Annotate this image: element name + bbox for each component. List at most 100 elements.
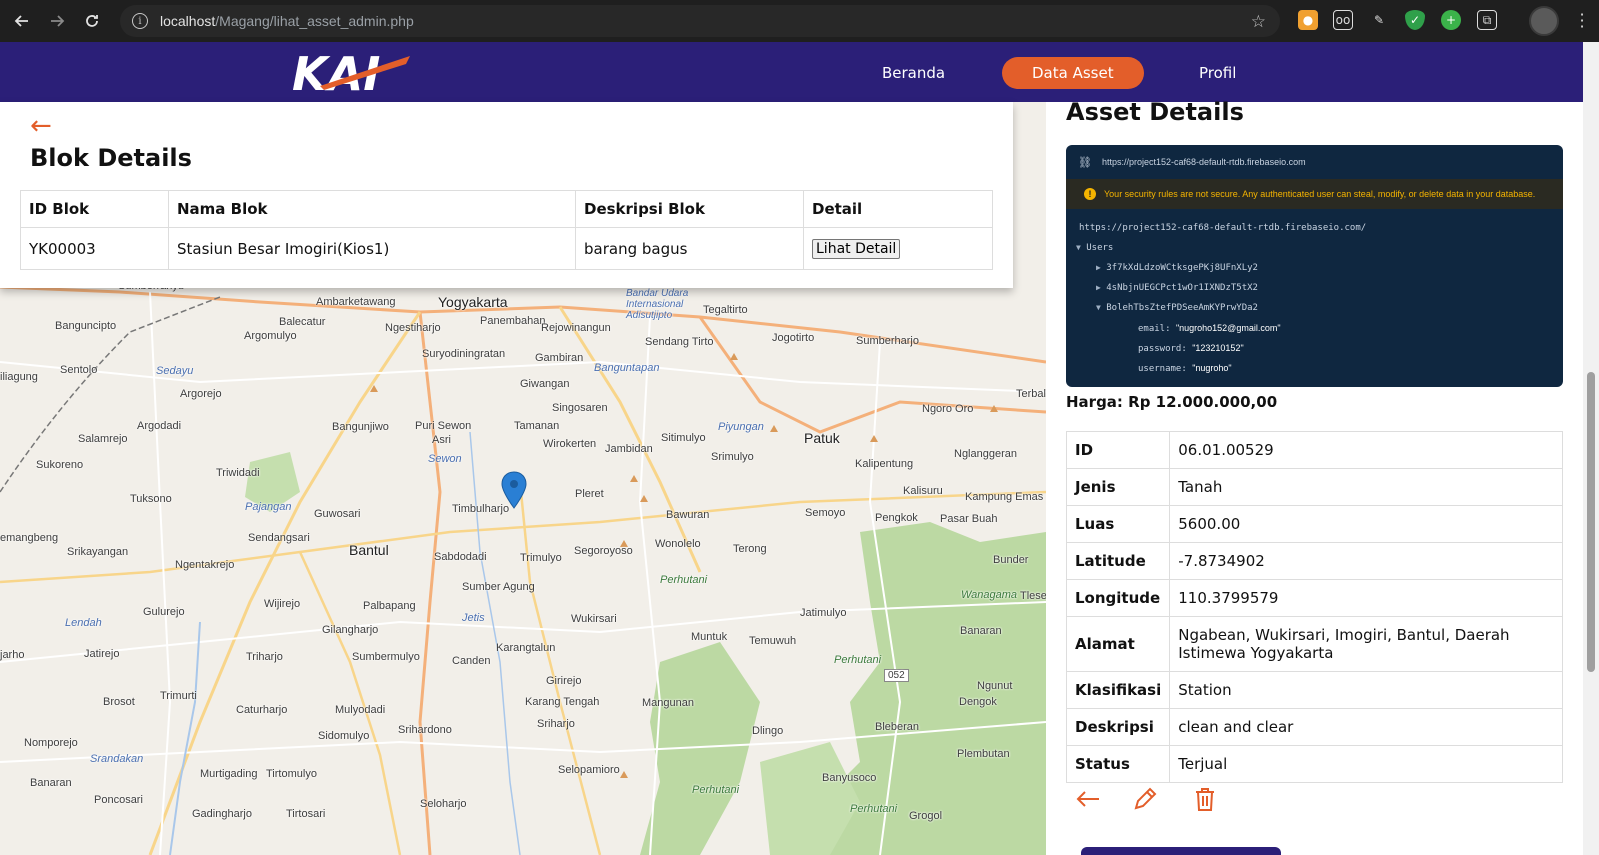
asset-title: Asset Details (1066, 98, 1244, 126)
detail-value: clean and clear (1169, 708, 1563, 746)
back-arrow-icon[interactable] (1074, 785, 1102, 813)
map-label: Karang Tengah (525, 696, 600, 708)
map-label: Timbulharjo (452, 503, 510, 515)
tree-node-user: ▶ 4sNbjnUEGCPct1wOr1IXNDzT5tX2 (1096, 283, 1258, 293)
detail-value: Terjual (1169, 745, 1563, 783)
map-label: Argomulyo (244, 330, 297, 342)
detail-value: 110.3799579 (1169, 579, 1563, 617)
map-label: Wirokerten (543, 438, 597, 450)
detail-label: Latitude (1065, 542, 1171, 580)
map-label: Grogol (909, 810, 943, 822)
map-label: Banguncipto (55, 320, 117, 332)
shield-icon[interactable]: ✓ (1405, 10, 1425, 30)
profile-avatar[interactable] (1529, 6, 1559, 36)
map-label: Tirtomulyo (266, 768, 317, 780)
map-label: Gadingharjo (192, 808, 252, 820)
asset-actions (1066, 785, 1266, 815)
map-label: Jatirejo (84, 648, 120, 660)
map-label: Srikayangan (67, 546, 129, 558)
route-shield: 052 (884, 669, 909, 682)
scrollbar-thumb[interactable] (1587, 372, 1595, 672)
map-label: Salamrejo (78, 433, 128, 445)
map-label: Puri Sewon (415, 420, 472, 432)
page-scrollbar[interactable] (1583, 42, 1599, 855)
map-label: Tamanan (514, 420, 560, 432)
map-label: Tegaltirto (703, 304, 748, 316)
table-row: Longitude 110.3799579 (1065, 579, 1563, 617)
map-label: Srihardono (398, 724, 452, 736)
blok-deskripsi: barang bagus (575, 227, 804, 270)
map-label: Terbal (1016, 388, 1046, 400)
column-header: Detail (803, 190, 993, 228)
harga-text: Harga: Rp 12.000.000,00 (1066, 393, 1278, 411)
map-label: Tirtosari (286, 808, 326, 820)
map-label: emangbeng (0, 532, 59, 544)
nav-data-asset[interactable]: Data Asset (1002, 57, 1144, 89)
extension-icon[interactable]: ● (1298, 10, 1318, 30)
map-label: Dlingo (752, 725, 784, 737)
map-label: Sriharjo (537, 718, 575, 730)
lihat-detail-button[interactable]: Lihat Detail (812, 238, 901, 259)
puzzle-icon[interactable]: ⧉ (1477, 10, 1497, 30)
warning-text: Your security rules are not secure. Any … (1104, 189, 1536, 199)
firebase-screenshot: ⛓ https://project152-caf68-default-rtdb.… (1066, 145, 1563, 387)
blok-detail-cell: Lihat Detail (803, 227, 993, 270)
map-label: Srandakan (90, 753, 144, 765)
detail-value: Ngabean, Wukirsari, Imogiri, Bantul, Dae… (1169, 616, 1563, 672)
map-label: Trimurti (160, 690, 197, 702)
reload-icon[interactable] (75, 4, 109, 38)
map-label: Banyusoco (822, 772, 877, 784)
tree-leaf-email: email: "nugroho152@gmail.com" (1138, 323, 1281, 334)
map-label: Jogotirto (772, 332, 815, 344)
eyedropper-icon[interactable]: ✎ (1369, 10, 1389, 30)
bottom-button[interactable] (1081, 847, 1281, 855)
map-label: Kalipentung (855, 458, 914, 470)
map-label: Yogyakarta (438, 294, 508, 310)
site-info-icon[interactable]: i (132, 13, 148, 29)
trash-icon[interactable] (1191, 785, 1219, 813)
map-label: Ngestiharjo (385, 322, 441, 334)
map-label: Nglanggeran (954, 448, 1017, 460)
map-label: Ngunut (977, 680, 1013, 692)
map-label: Kampung Emas (965, 491, 1044, 503)
edit-pencil-icon[interactable] (1131, 785, 1159, 813)
nav-beranda[interactable]: Beranda (852, 57, 975, 89)
map-label: Perhutani (850, 803, 898, 815)
firebase-url-bar: ⛓ https://project152-caf68-default-rtdb.… (1066, 145, 1563, 179)
table-row: Deskripsi clean and clear (1065, 708, 1563, 746)
map-label: Wanagama (961, 589, 1018, 601)
map-label: Selopamioro (558, 764, 620, 776)
detail-label: ID (1065, 431, 1171, 469)
map-label: Bangunjiwo (332, 421, 389, 433)
caret-down-icon: ▼ (1096, 303, 1101, 312)
map-label: Panembahan (480, 315, 546, 327)
map-label: Ngentakrejo (175, 559, 235, 571)
detail-value: 5600.00 (1169, 505, 1563, 543)
back-arrow-icon[interactable]: ← (30, 113, 52, 139)
map-label: Sabdodadi (434, 551, 487, 563)
map-label: Tuksono (130, 493, 172, 505)
map-label: Tlesep (1020, 590, 1046, 602)
map-label: Triwidadi (216, 467, 260, 479)
map-label: Sendang Tirto (645, 336, 714, 348)
back-icon[interactable] (5, 4, 39, 38)
bookmark-star-icon[interactable]: ☆ (1251, 12, 1266, 32)
map-label: Karangtalun (496, 642, 556, 654)
blok-details-panel: ← Blok Details ID Blok Nama Blok Deskrip… (0, 102, 1013, 288)
tree-node-users: ▼ Users (1076, 243, 1114, 253)
browser-toolbar: i localhost/Magang/lihat_asset_admin.php… (0, 0, 1599, 42)
forward-icon[interactable] (40, 4, 74, 38)
kai-logo[interactable]: KAI (290, 46, 414, 98)
extension-icon[interactable]: oo (1333, 10, 1353, 30)
nav-profil[interactable]: Profil (1169, 57, 1266, 89)
menu-kebab-icon[interactable]: · · · (1579, 7, 1585, 35)
map-label: Terong (733, 543, 767, 555)
map-label: Triharjo (246, 651, 283, 663)
map-label: Banaran (960, 625, 1002, 637)
map-label: Trimulyo (520, 552, 562, 564)
plus-circle-icon[interactable]: + (1441, 10, 1461, 30)
map-label: Jambidan (605, 443, 653, 455)
address-bar[interactable]: i localhost/Magang/lihat_asset_admin.php… (120, 5, 1280, 37)
map-label: Gambiran (535, 352, 584, 364)
column-header: Deskripsi Blok (575, 190, 804, 228)
